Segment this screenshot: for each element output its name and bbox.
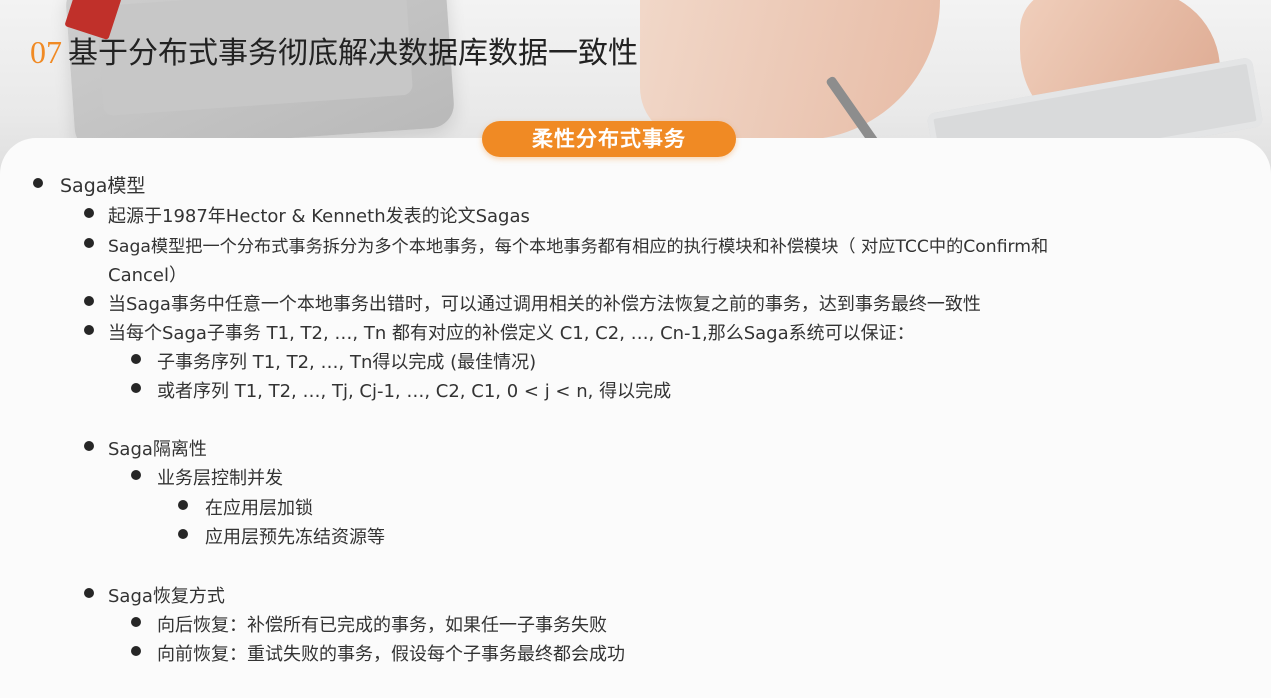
heading-saga-model: Saga模型 <box>60 175 146 197</box>
bullet-icon <box>178 500 188 510</box>
bullet-icon <box>84 588 94 598</box>
bullet-icon <box>178 529 188 539</box>
item-case-rollback: 或者序列 T1, T2, …, Tj, Cj-1, …, C2, C1, 0 <… <box>157 381 672 402</box>
bullet-icon <box>131 617 141 627</box>
tablet-image <box>64 0 456 154</box>
item-business-layer: 业务层控制并发 <box>157 468 283 489</box>
bullet-icon <box>131 646 141 656</box>
bullet-icon <box>33 178 43 188</box>
section-number: 07 <box>30 34 62 70</box>
section-badge: 柔性分布式事务 <box>482 121 736 157</box>
item-split-line1: Saga模型把一个分布式事务拆分为多个本地事务，每个本地事务都有相应的执行模块和… <box>108 237 1049 257</box>
item-split-line2: Cancel） <box>108 265 187 286</box>
item-compensate: 当Saga事务中任意一个本地事务出错时，可以通过调用相关的补偿方法恢复之前的事务… <box>108 294 981 315</box>
heading-saga-isolation: Saga隔离性 <box>108 439 207 460</box>
heading-saga-recovery: Saga恢复方式 <box>108 586 225 607</box>
item-origin: 起源于1987年Hector & Kenneth发表的论文Sagas <box>108 206 530 227</box>
item-freeze: 应用层预先冻结资源等 <box>205 527 385 548</box>
item-case-best: 子事务序列 T1, T2, …, Tn得以完成 (最佳情况) <box>157 352 537 373</box>
arm-image <box>640 0 940 140</box>
bullet-icon <box>84 441 94 451</box>
bullet-icon <box>84 238 94 248</box>
item-forward: 向前恢复：重试失败的事务，假设每个子事务最终都会成功 <box>157 644 625 665</box>
bullet-icon <box>131 383 141 393</box>
bullet-icon <box>131 354 141 364</box>
item-backward: 向后恢复：补偿所有已完成的事务，如果任一子事务失败 <box>157 615 607 636</box>
item-lock: 在应用层加锁 <box>205 498 313 519</box>
title-text: 基于分布式事务彻底解决数据库数据一致性 <box>68 36 638 71</box>
bullet-icon <box>84 296 94 306</box>
bullet-icon <box>84 325 94 335</box>
bullet-icon <box>84 208 94 218</box>
bullet-icon <box>131 470 141 480</box>
slide-title: 07 基于分布式事务彻底解决数据库数据一致性 <box>30 28 638 72</box>
item-guarantee: 当每个Saga子事务 T1, T2, …, Tn 都有对应的补偿定义 C1, C… <box>108 323 915 344</box>
